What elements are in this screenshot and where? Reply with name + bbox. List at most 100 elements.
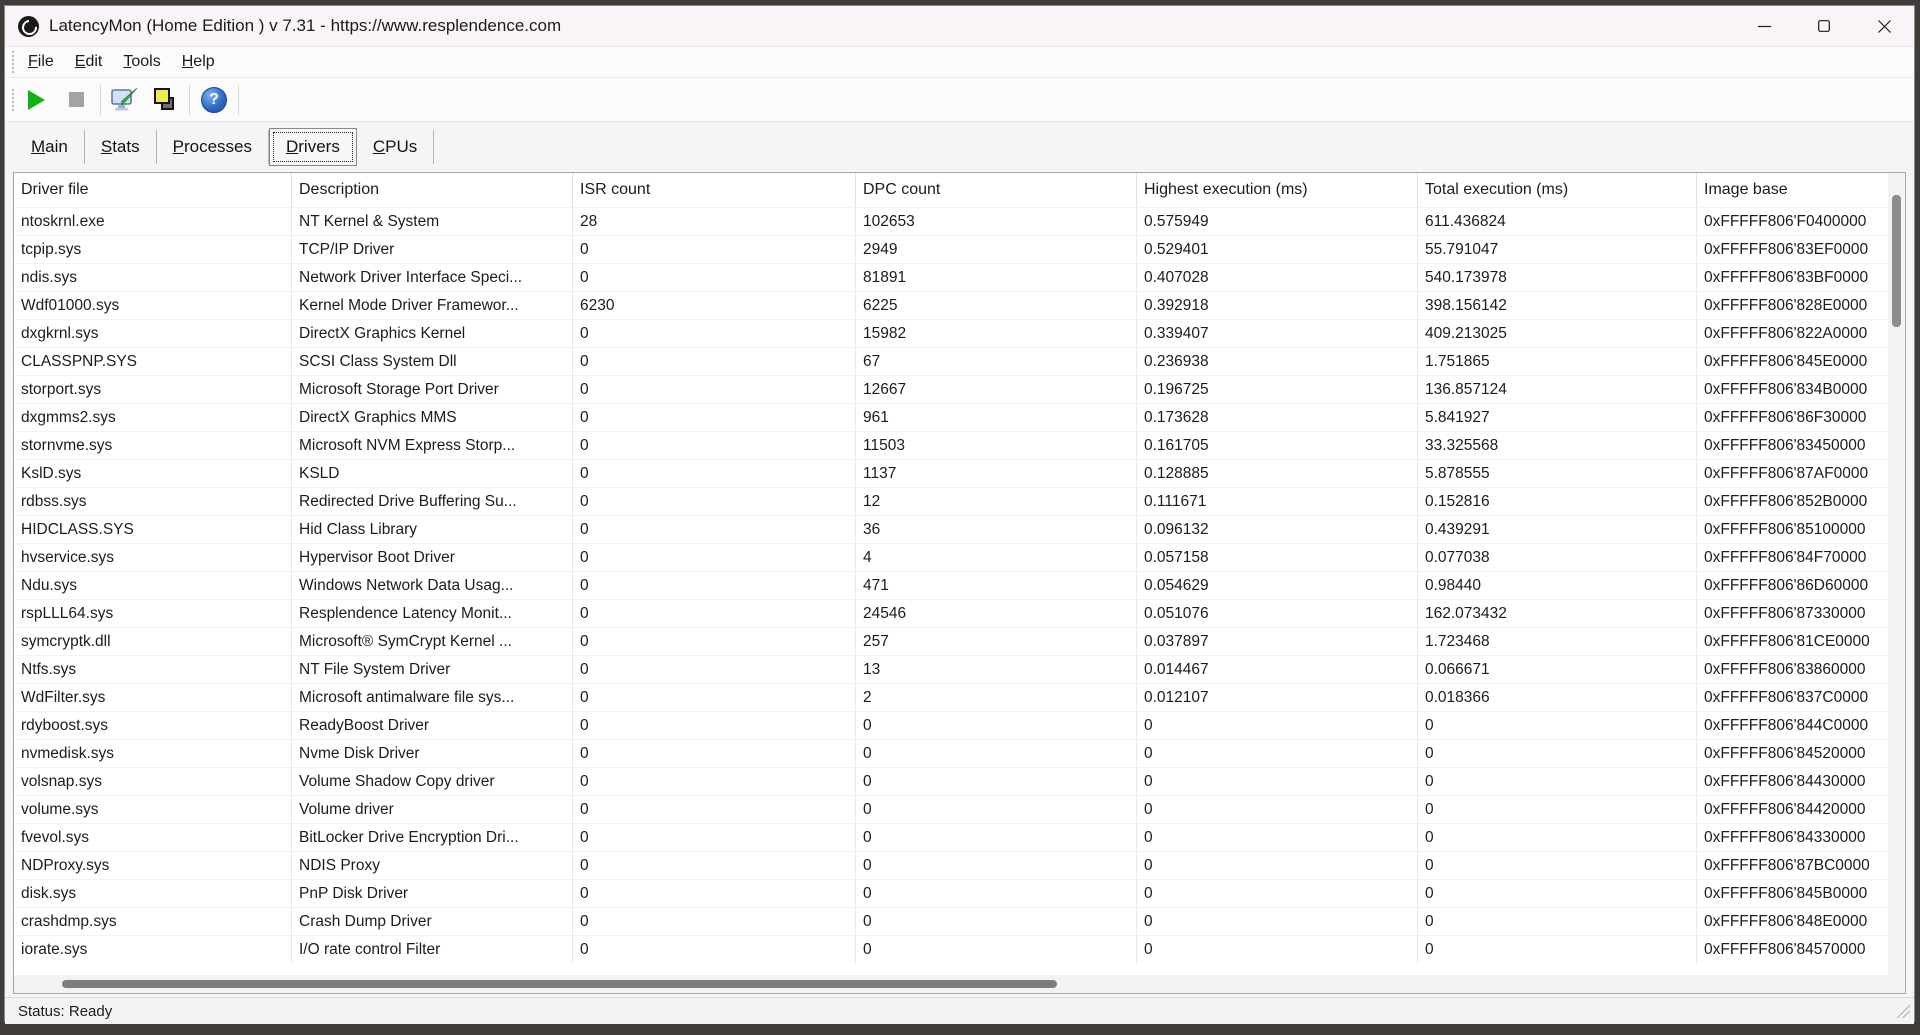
table-row[interactable]: KslD.sysKSLD011370.1288855.8785550xFFFFF…	[14, 459, 1905, 487]
table-row[interactable]: iorate.sysI/O rate control Filter00000xF…	[14, 935, 1905, 963]
table-row[interactable]: Wdf01000.sysKernel Mode Driver Framewor.…	[14, 291, 1905, 319]
table-row[interactable]: CLASSPNP.SYSSCSI Class System Dll0670.23…	[14, 347, 1905, 375]
cell-highest: 0	[1137, 936, 1418, 963]
copy-button[interactable]	[145, 82, 185, 118]
table-row[interactable]: tcpip.sysTCP/IP Driver029490.52940155.79…	[14, 235, 1905, 263]
cell-file: Ntfs.sys	[14, 656, 292, 683]
table-row[interactable]: rspLLL64.sysResplendence Latency Monit..…	[14, 599, 1905, 627]
cell-isr: 0	[573, 264, 856, 291]
cell-total: 0	[1418, 908, 1697, 935]
vertical-scrollbar[interactable]	[1888, 173, 1905, 993]
column-header-total-execution[interactable]: Total execution (ms)	[1418, 173, 1697, 207]
tab-main[interactable]: Main	[15, 130, 85, 164]
column-header-driver-file[interactable]: Driver file	[14, 173, 292, 207]
table-row[interactable]: ntoskrnl.exeNT Kernel & System281026530.…	[14, 207, 1905, 235]
table-row[interactable]: crashdmp.sysCrash Dump Driver00000xFFFFF…	[14, 907, 1905, 935]
stop-monitor-button[interactable]	[56, 82, 96, 118]
table-row[interactable]: symcryptk.dllMicrosoft® SymCrypt Kernel …	[14, 627, 1905, 655]
menu-file[interactable]: File	[19, 49, 63, 75]
help-button[interactable]: ?	[194, 82, 234, 118]
column-header-image-base[interactable]: Image base	[1697, 173, 1905, 207]
table-row[interactable]: Ndu.sysWindows Network Data Usag...04710…	[14, 571, 1905, 599]
table-row[interactable]: dxgmms2.sysDirectX Graphics MMS09610.173…	[14, 403, 1905, 431]
cell-isr: 0	[573, 236, 856, 263]
report-button[interactable]	[105, 82, 145, 118]
column-header-isr-count[interactable]: ISR count	[573, 173, 856, 207]
tab-cpus[interactable]: CPUs	[357, 130, 434, 164]
table-row[interactable]: volsnap.sysVolume Shadow Copy driver0000…	[14, 767, 1905, 795]
table-row[interactable]: dxgkrnl.sysDirectX Graphics Kernel015982…	[14, 319, 1905, 347]
cell-highest: 0.012107	[1137, 684, 1418, 711]
cell-highest: 0.407028	[1137, 264, 1418, 291]
cell-base: 0xFFFFF806'844C0000	[1697, 712, 1905, 739]
maximize-button[interactable]	[1794, 6, 1854, 46]
table-row[interactable]: WdFilter.sysMicrosoft antimalware file s…	[14, 683, 1905, 711]
cell-file: ndis.sys	[14, 264, 292, 291]
cell-total: 0.152816	[1418, 488, 1697, 515]
horizontal-scrollbar-thumb[interactable]	[62, 980, 1057, 988]
cell-highest: 0.196725	[1137, 376, 1418, 403]
table-row[interactable]: fvevol.sysBitLocker Drive Encryption Dri…	[14, 823, 1905, 851]
cell-file: tcpip.sys	[14, 236, 292, 263]
cell-desc: Hypervisor Boot Driver	[292, 544, 573, 571]
start-monitor-button[interactable]	[16, 82, 56, 118]
cell-isr: 0	[573, 824, 856, 851]
window-title: LatencyMon (Home Edition ) v 7.31 - http…	[49, 16, 561, 36]
table-row[interactable]: disk.sysPnP Disk Driver00000xFFFFF806'84…	[14, 879, 1905, 907]
tab-processes[interactable]: Processes	[157, 130, 269, 164]
resize-grip[interactable]	[1896, 1004, 1910, 1018]
cell-dpc: 4	[856, 544, 1137, 571]
cell-total: 540.173978	[1418, 264, 1697, 291]
horizontal-scrollbar[interactable]	[14, 975, 1888, 993]
copy-icon	[152, 87, 178, 113]
window-controls	[1734, 6, 1914, 46]
cell-desc: Nvme Disk Driver	[292, 740, 573, 767]
table-row[interactable]: storport.sysMicrosoft Storage Port Drive…	[14, 375, 1905, 403]
cell-dpc: 81891	[856, 264, 1137, 291]
minimize-button[interactable]	[1734, 6, 1794, 46]
cell-desc: Hid Class Library	[292, 516, 573, 543]
cell-desc: NT File System Driver	[292, 656, 573, 683]
menu-help[interactable]: Help	[173, 49, 224, 75]
table-row[interactable]: ndis.sysNetwork Driver Interface Speci..…	[14, 263, 1905, 291]
table-row[interactable]: stornvme.sysMicrosoft NVM Express Storp.…	[14, 431, 1905, 459]
cell-desc: Microsoft NVM Express Storp...	[292, 432, 573, 459]
cell-dpc: 11503	[856, 432, 1137, 459]
table-row[interactable]: Ntfs.sysNT File System Driver0130.014467…	[14, 655, 1905, 683]
cell-highest: 0.575949	[1137, 208, 1418, 235]
latencymon-window: LatencyMon (Home Edition ) v 7.31 - http…	[4, 5, 1915, 1022]
cell-dpc: 0	[856, 796, 1137, 823]
title-bar: LatencyMon (Home Edition ) v 7.31 - http…	[5, 6, 1914, 46]
table-row[interactable]: NDProxy.sysNDIS Proxy00000xFFFFF806'87BC…	[14, 851, 1905, 879]
cell-isr: 0	[573, 628, 856, 655]
cell-file: dxgkrnl.sys	[14, 320, 292, 347]
cell-dpc: 24546	[856, 600, 1137, 627]
menu-tools[interactable]: Tools	[114, 49, 169, 75]
cell-base: 0xFFFFF806'85100000	[1697, 516, 1905, 543]
vertical-scrollbar-thumb[interactable]	[1892, 195, 1901, 327]
cell-file: rdbss.sys	[14, 488, 292, 515]
cell-total: 5.878555	[1418, 460, 1697, 487]
cell-desc: Resplendence Latency Monit...	[292, 600, 573, 627]
cell-isr: 0	[573, 320, 856, 347]
table-row[interactable]: rdyboost.sysReadyBoost Driver00000xFFFFF…	[14, 711, 1905, 739]
cell-file: ntoskrnl.exe	[14, 208, 292, 235]
table-row[interactable]: volume.sysVolume driver00000xFFFFF806'84…	[14, 795, 1905, 823]
table-header: Driver file Description ISR count DPC co…	[14, 173, 1905, 207]
cell-dpc: 257	[856, 628, 1137, 655]
table-row[interactable]: rdbss.sysRedirected Drive Buffering Su..…	[14, 487, 1905, 515]
cell-dpc: 0	[856, 880, 1137, 907]
cell-file: symcryptk.dll	[14, 628, 292, 655]
menu-edit[interactable]: Edit	[66, 49, 112, 75]
close-button[interactable]	[1854, 6, 1914, 46]
table-row[interactable]: nvmedisk.sysNvme Disk Driver00000xFFFFF8…	[14, 739, 1905, 767]
tab-drivers[interactable]: Drivers	[269, 128, 357, 166]
column-header-highest-execution[interactable]: Highest execution (ms)	[1137, 173, 1418, 207]
column-header-description[interactable]: Description	[292, 173, 573, 207]
table-row[interactable]: hvservice.sysHypervisor Boot Driver040.0…	[14, 543, 1905, 571]
tab-stats[interactable]: Stats	[85, 130, 157, 164]
column-header-dpc-count[interactable]: DPC count	[856, 173, 1137, 207]
cell-total: 409.213025	[1418, 320, 1697, 347]
cell-file: rdyboost.sys	[14, 712, 292, 739]
table-row[interactable]: HIDCLASS.SYSHid Class Library0360.096132…	[14, 515, 1905, 543]
